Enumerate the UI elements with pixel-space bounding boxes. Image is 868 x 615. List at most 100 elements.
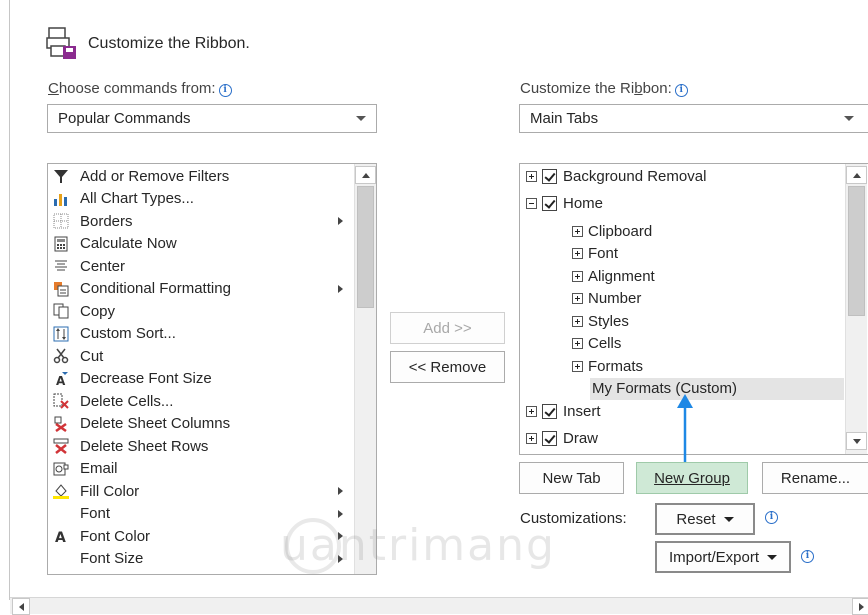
expand-icon[interactable] <box>572 293 583 305</box>
choose-commands-label-text: hoose commands from: <box>58 80 216 97</box>
command-label: Delete Cells... <box>80 392 174 410</box>
choose-commands-dropdown[interactable]: Popular Commands <box>47 104 377 133</box>
ribbon-tree-label: Clipboard <box>588 222 653 240</box>
submenu-arrow-icon <box>338 217 343 225</box>
customize-ribbon-label-start: Customize the Ri <box>520 80 635 97</box>
expand-icon[interactable] <box>526 405 537 417</box>
command-label: Delete Sheet Rows <box>80 437 209 455</box>
ribbon-tree-item[interactable]: Styles <box>520 310 844 333</box>
delete-columns-icon <box>52 415 70 433</box>
svg-text:A: A <box>56 374 66 387</box>
arrow-down-icon <box>852 438 861 444</box>
info-icon[interactable]: i <box>801 550 814 563</box>
ribbon-tree-item[interactable]: Number <box>520 288 844 311</box>
command-item[interactable]: All Chart Types... <box>48 188 353 211</box>
ribbon-tree-label: Cells <box>588 335 622 353</box>
command-item[interactable]: Conditional Formatting <box>48 278 353 301</box>
import-export-button[interactable]: Import/Export <box>655 541 791 573</box>
annotation-arrow-icon <box>677 394 693 462</box>
copy-icon <box>52 302 70 320</box>
customize-ribbon-value: Main Tabs <box>530 110 599 127</box>
command-item[interactable]: Copy <box>48 300 353 323</box>
fill-color-icon <box>52 482 70 500</box>
reset-button[interactable]: Reset <box>655 503 755 535</box>
ribbon-tree-item[interactable]: Clipboard <box>520 220 844 243</box>
customize-ribbon-dropdown[interactable]: Main Tabs <box>519 104 868 133</box>
scroll-left-button[interactable] <box>12 598 30 615</box>
ribbon-tree-label: Home <box>563 194 604 212</box>
ribbon-tree-scrollbar[interactable] <box>845 164 867 454</box>
command-item[interactable]: Custom Sort... <box>48 323 353 346</box>
scroll-up-button[interactable] <box>846 166 867 184</box>
command-item[interactable]: Delete Sheet Rows <box>48 435 353 458</box>
command-label: Cut <box>80 347 104 365</box>
tab-checkbox[interactable] <box>542 430 557 446</box>
new-tab-button[interactable]: New Tab <box>519 462 624 494</box>
ribbon-tree-item[interactable]: Alignment <box>520 265 844 288</box>
expand-icon[interactable] <box>572 315 583 327</box>
scroll-thumb[interactable] <box>357 186 374 308</box>
scroll-right-button[interactable] <box>852 598 868 615</box>
ribbon-tree-label: Draw <box>563 429 599 447</box>
command-label: Copy <box>80 302 116 320</box>
decrease-font-icon: A <box>52 370 70 388</box>
commands-listbox[interactable]: Add or Remove Filters All Chart Types... B… <box>47 163 377 575</box>
arrow-up-icon <box>361 172 370 178</box>
ribbon-tree-label: Alignment <box>588 267 655 285</box>
expand-icon[interactable] <box>572 248 583 260</box>
expand-icon[interactable] <box>572 270 583 282</box>
calculator-icon <box>52 235 70 253</box>
ribbon-tree-label: My Formats (Custom) <box>592 380 738 398</box>
reset-label: Reset <box>676 510 716 528</box>
tab-checkbox[interactable] <box>542 403 557 419</box>
ribbon-tree-item[interactable]: Font <box>520 243 844 266</box>
scroll-down-button[interactable] <box>846 432 867 450</box>
command-label: Email <box>80 460 118 478</box>
info-icon[interactable]: i <box>765 511 778 524</box>
tab-checkbox[interactable] <box>542 168 557 184</box>
command-item[interactable]: Fill Color <box>48 480 353 503</box>
add-button-label: Add >> <box>423 319 472 337</box>
chevron-down-icon <box>767 554 778 560</box>
ribbon-tree-item[interactable]: Cells <box>520 333 844 356</box>
command-item[interactable]: Delete Cells... <box>48 390 353 413</box>
rename-button[interactable]: Rename... <box>762 462 868 494</box>
add-button[interactable]: Add >> <box>390 312 505 344</box>
command-item[interactable]: Add or Remove Filters <box>48 165 353 188</box>
new-tab-label: New Tab <box>542 469 601 487</box>
expand-icon[interactable] <box>572 225 583 237</box>
horizontal-scrollbar[interactable] <box>10 597 868 615</box>
ribbon-tree-label: Insert <box>563 402 601 420</box>
command-item[interactable]: Calculate Now <box>48 233 353 256</box>
commands-scrollbar[interactable] <box>354 164 376 574</box>
command-item[interactable]: Center <box>48 255 353 278</box>
delete-rows-icon <box>52 437 70 455</box>
ribbon-tree-item[interactable]: Formats <box>520 355 844 378</box>
command-item[interactable]: Borders <box>48 210 353 233</box>
tab-checkbox[interactable] <box>542 195 557 211</box>
customize-ribbon-label-end: bon: <box>642 80 672 97</box>
expand-icon[interactable] <box>526 432 537 444</box>
command-item[interactable]: A Decrease Font Size <box>48 368 353 391</box>
command-label: All Chart Types... <box>80 190 194 208</box>
ribbon-tree-item[interactable]: Background Removal <box>520 165 844 188</box>
info-icon[interactable]: i <box>674 84 688 97</box>
dialog-title: Customize the Ribbon. <box>88 35 250 52</box>
expand-icon[interactable] <box>572 338 583 350</box>
command-label: Center <box>80 257 126 275</box>
command-item[interactable]: Delete Sheet Columns <box>48 413 353 436</box>
command-item[interactable]: Email <box>48 458 353 481</box>
submenu-arrow-icon <box>338 284 343 293</box>
remove-button[interactable]: << Remove <box>390 351 505 383</box>
expand-icon[interactable] <box>526 170 537 182</box>
new-group-button[interactable]: New Group <box>636 462 748 494</box>
scroll-thumb[interactable] <box>848 186 865 316</box>
ribbon-tree-item[interactable]: Home <box>520 192 844 215</box>
command-item[interactable]: Cut <box>48 345 353 368</box>
info-icon[interactable]: i <box>218 84 232 97</box>
expand-icon[interactable] <box>572 360 583 372</box>
command-label: Add or Remove Filters <box>80 167 230 185</box>
ribbon-tree-item[interactable]: My Formats (Custom) <box>590 377 844 400</box>
scroll-up-button[interactable] <box>355 166 376 184</box>
collapse-icon[interactable] <box>526 197 537 209</box>
